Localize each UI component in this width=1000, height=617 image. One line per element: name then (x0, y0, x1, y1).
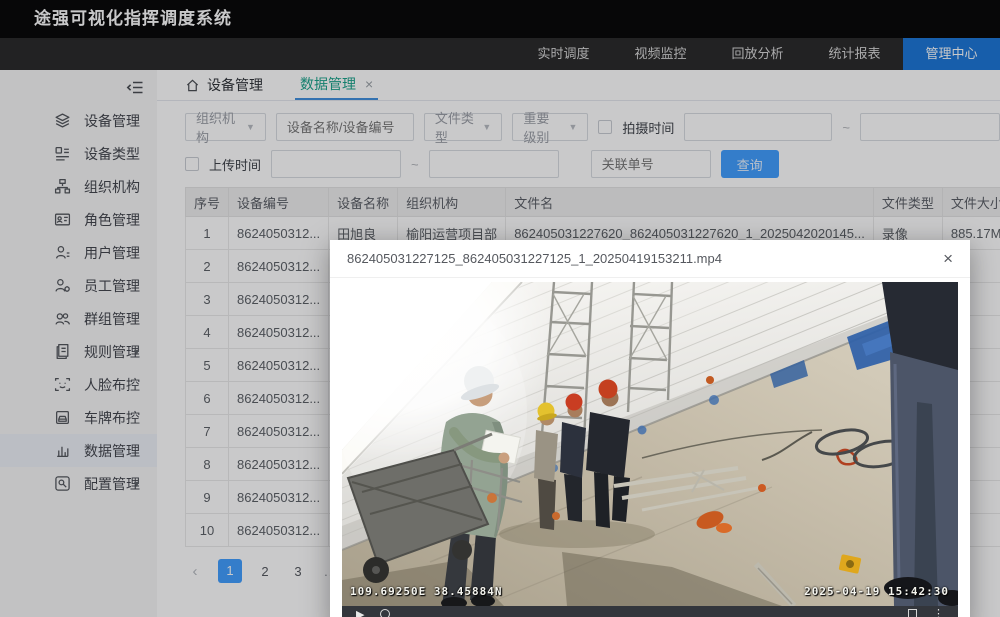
timestamp-overlay: 2025-04-19 15:42:30 (804, 585, 949, 598)
app-window: 途强可视化指挥调度系统 实时调度视频监控回放分析统计报表管理中心 设备管理设备类… (0, 0, 1000, 617)
volume-icon[interactable] (380, 609, 390, 617)
more-icon[interactable]: ⋮ (933, 609, 944, 617)
modal-header: 862405031227125_862405031227125_1_202504… (330, 240, 970, 278)
modal-body: 109.69250E 38.45884N 2025-04-19 15:42:30… (330, 278, 970, 617)
foreground-person-jeans (882, 282, 958, 606)
close-icon[interactable]: × (943, 250, 953, 267)
play-icon[interactable]: ▶ (356, 609, 364, 617)
modal-title: 862405031227125_862405031227125_1_202504… (347, 251, 722, 266)
gps-overlay: 109.69250E 38.45884N (350, 585, 502, 598)
video-frame (342, 282, 958, 606)
video-controls: ▶ ⋮ (342, 606, 958, 617)
video-preview-modal: 862405031227125_862405031227125_1_202504… (330, 240, 970, 617)
video-player[interactable]: 109.69250E 38.45884N 2025-04-19 15:42:30… (342, 282, 958, 617)
fullscreen-icon[interactable] (908, 609, 917, 617)
